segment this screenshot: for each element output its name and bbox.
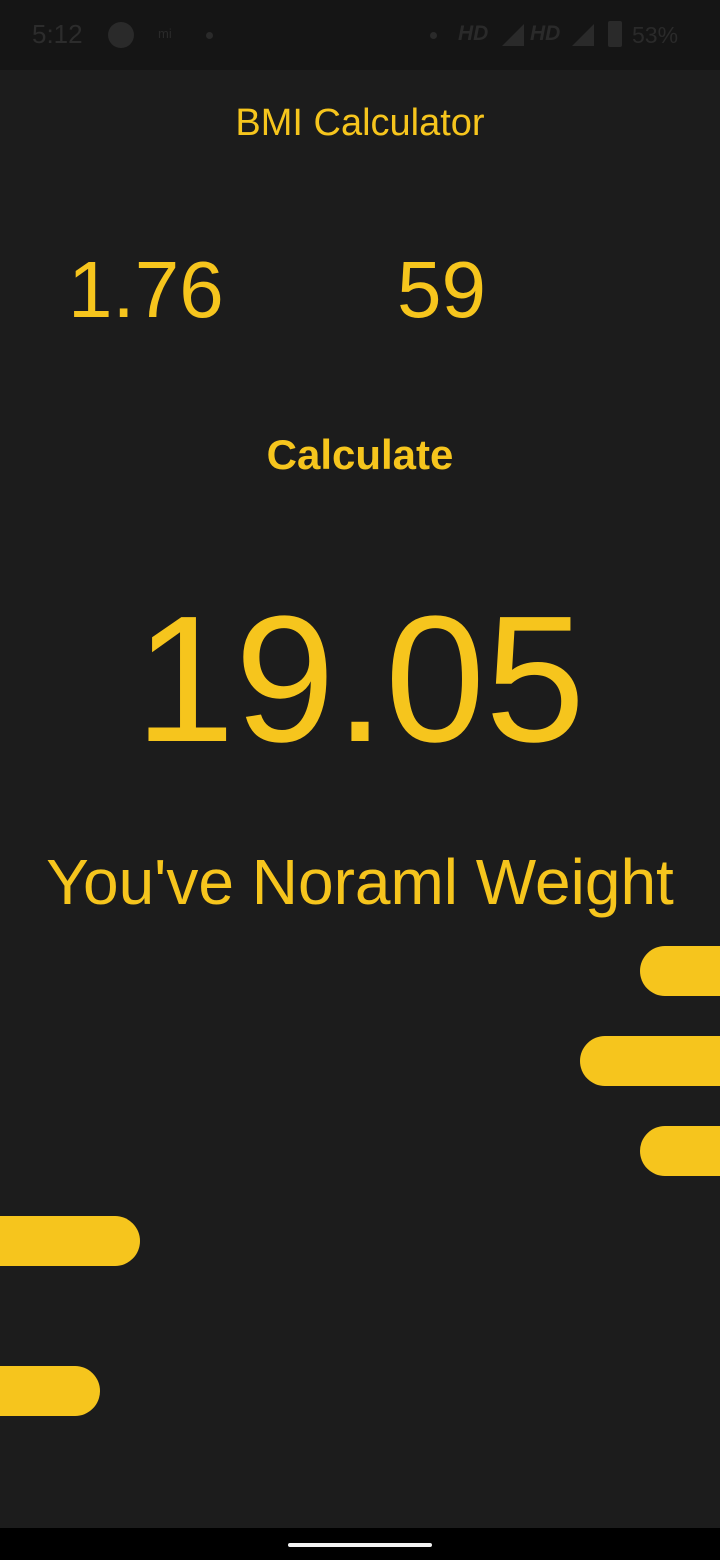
bmi-result-value: 19.05 bbox=[134, 579, 586, 780]
decorative-pill bbox=[640, 1126, 720, 1176]
status-time: 5:12 bbox=[32, 19, 83, 49]
decorative-pill bbox=[580, 1036, 720, 1086]
battery-percent: 53% bbox=[632, 22, 679, 48]
decorative-pill bbox=[640, 946, 720, 996]
battery-icon bbox=[608, 21, 622, 47]
status-bar: 5:12 mi HD HD 53% bbox=[0, 0, 720, 70]
calculate-button[interactable]: Calculate bbox=[210, 420, 510, 490]
status-hd-label: HD bbox=[530, 22, 561, 45]
signal-icon bbox=[572, 24, 594, 46]
status-hd-label: HD bbox=[458, 22, 489, 45]
signal-icon bbox=[502, 24, 524, 46]
app-icon bbox=[108, 22, 134, 48]
notification-dot-icon bbox=[206, 32, 213, 39]
home-indicator[interactable] bbox=[288, 1543, 432, 1547]
app-title: BMI Calculator bbox=[235, 102, 485, 144]
result-message: You've Noraml Weight bbox=[46, 846, 674, 918]
notification-dot-icon bbox=[430, 32, 437, 39]
weight-input[interactable]: 59 bbox=[397, 250, 486, 330]
navigation-bar bbox=[0, 1528, 720, 1560]
decorative-pill bbox=[0, 1216, 140, 1266]
decorative-pill bbox=[0, 1366, 100, 1416]
height-input[interactable]: 1.76 bbox=[68, 250, 224, 330]
status-mi-label: mi bbox=[158, 26, 172, 41]
